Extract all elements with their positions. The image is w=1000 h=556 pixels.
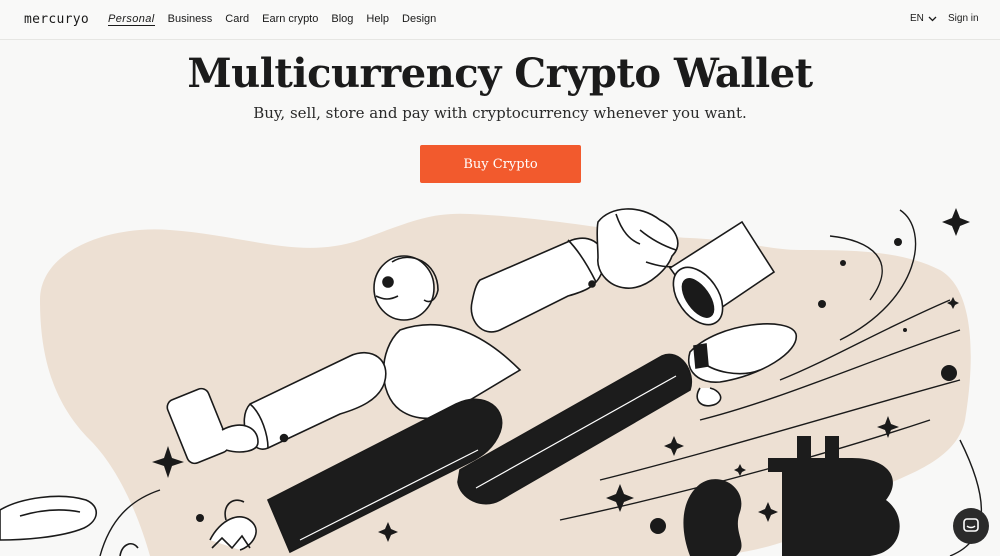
buy-crypto-button[interactable]: Buy Crypto [420, 145, 581, 183]
nav-business[interactable]: Business [168, 13, 213, 26]
chat-icon [963, 518, 979, 532]
hero-illustration [0, 208, 983, 556]
chat-button[interactable] [953, 508, 989, 544]
nav-card[interactable]: Card [225, 13, 249, 26]
mercuryo-logo[interactable]: mercuryo [24, 12, 89, 27]
language-selector[interactable]: EN [910, 13, 937, 24]
main-nav: Personal Business Card Earn crypto Blog … [108, 13, 449, 26]
nav-help[interactable]: Help [366, 13, 389, 26]
chevron-down-icon [928, 16, 937, 21]
hero-subtitle: Buy, sell, store and pay with cryptocurr… [253, 104, 747, 122]
nav-earn-crypto[interactable]: Earn crypto [262, 13, 318, 26]
nav-personal[interactable]: Personal [108, 13, 155, 26]
hero-title: Multicurrency Crypto Wallet [187, 50, 813, 97]
sign-in-link[interactable]: Sign in [948, 13, 979, 24]
language-label: EN [910, 13, 924, 24]
nav-design[interactable]: Design [402, 13, 436, 26]
nav-blog[interactable]: Blog [331, 13, 353, 26]
top-navigation: mercuryo Personal Business Card Earn cry… [0, 0, 1000, 40]
